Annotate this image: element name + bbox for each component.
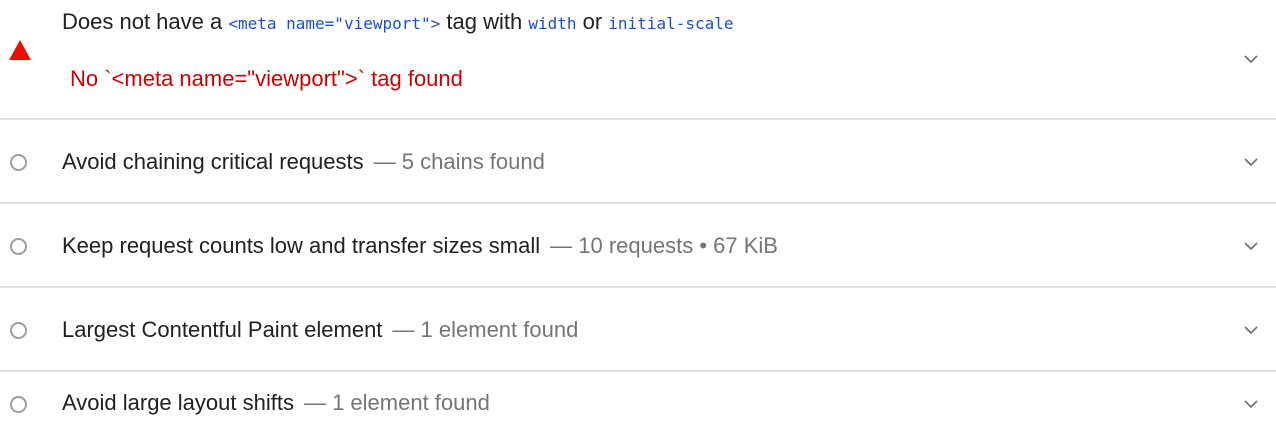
circle-icon <box>10 154 27 171</box>
title-text: or <box>576 9 609 34</box>
warning-triangle-icon <box>9 40 31 60</box>
chevron-down-icon[interactable] <box>1244 158 1258 167</box>
circle-icon <box>10 396 27 413</box>
audit-title-text: Avoid large layout shifts <box>62 390 294 415</box>
audit-critical-request-chains[interactable]: Avoid chaining critical requests — 5 chai… <box>0 120 1276 204</box>
audit-title: Keep request counts low and transfer siz… <box>62 232 778 260</box>
title-text: tag with <box>440 9 529 34</box>
audit-title-text: Avoid chaining critical requests <box>62 149 364 174</box>
audit-display-value: — 1 element found <box>303 390 490 415</box>
audit-display-value: — 10 requests • 67 KiB <box>550 233 778 258</box>
audit-list: Does not have a <meta name="viewport"> t… <box>0 0 1276 432</box>
audit-display-value: — 5 chains found <box>373 149 545 174</box>
chevron-down-icon[interactable] <box>1244 242 1258 251</box>
audit-title: Does not have a <meta name="viewport"> t… <box>62 8 734 38</box>
chevron-down-icon[interactable] <box>1244 326 1258 335</box>
audit-resource-summary[interactable]: Keep request counts low and transfer siz… <box>0 204 1276 288</box>
chevron-down-icon[interactable] <box>1244 400 1258 409</box>
code-meta-viewport: <meta name="viewport"> <box>228 14 441 33</box>
code-initial-scale: initial-scale <box>608 14 734 33</box>
chevron-down-icon[interactable] <box>1244 55 1258 64</box>
audit-error-message: No `<meta name="viewport">` tag found <box>70 66 463 91</box>
audit-layout-shift-elements[interactable]: Avoid large layout shifts — 1 element fou… <box>0 372 1276 432</box>
title-text: Does not have a <box>62 9 229 34</box>
audit-title: Avoid large layout shifts — 1 element fou… <box>62 389 490 417</box>
code-width: width <box>528 14 577 33</box>
audit-viewport[interactable]: Does not have a <meta name="viewport"> t… <box>0 0 1276 120</box>
audit-largest-contentful-paint-element[interactable]: Largest Contentful Paint element — 1 elem… <box>0 288 1276 372</box>
audit-title: Largest Contentful Paint element — 1 elem… <box>62 316 578 344</box>
audit-display-value: — 1 element found <box>392 317 579 342</box>
audit-title: Avoid chaining critical requests — 5 chai… <box>62 148 545 176</box>
audit-title-text: Keep request counts low and transfer siz… <box>62 233 541 258</box>
circle-icon <box>10 238 27 255</box>
audit-title-text: Largest Contentful Paint element <box>62 317 383 342</box>
circle-icon <box>10 322 27 339</box>
